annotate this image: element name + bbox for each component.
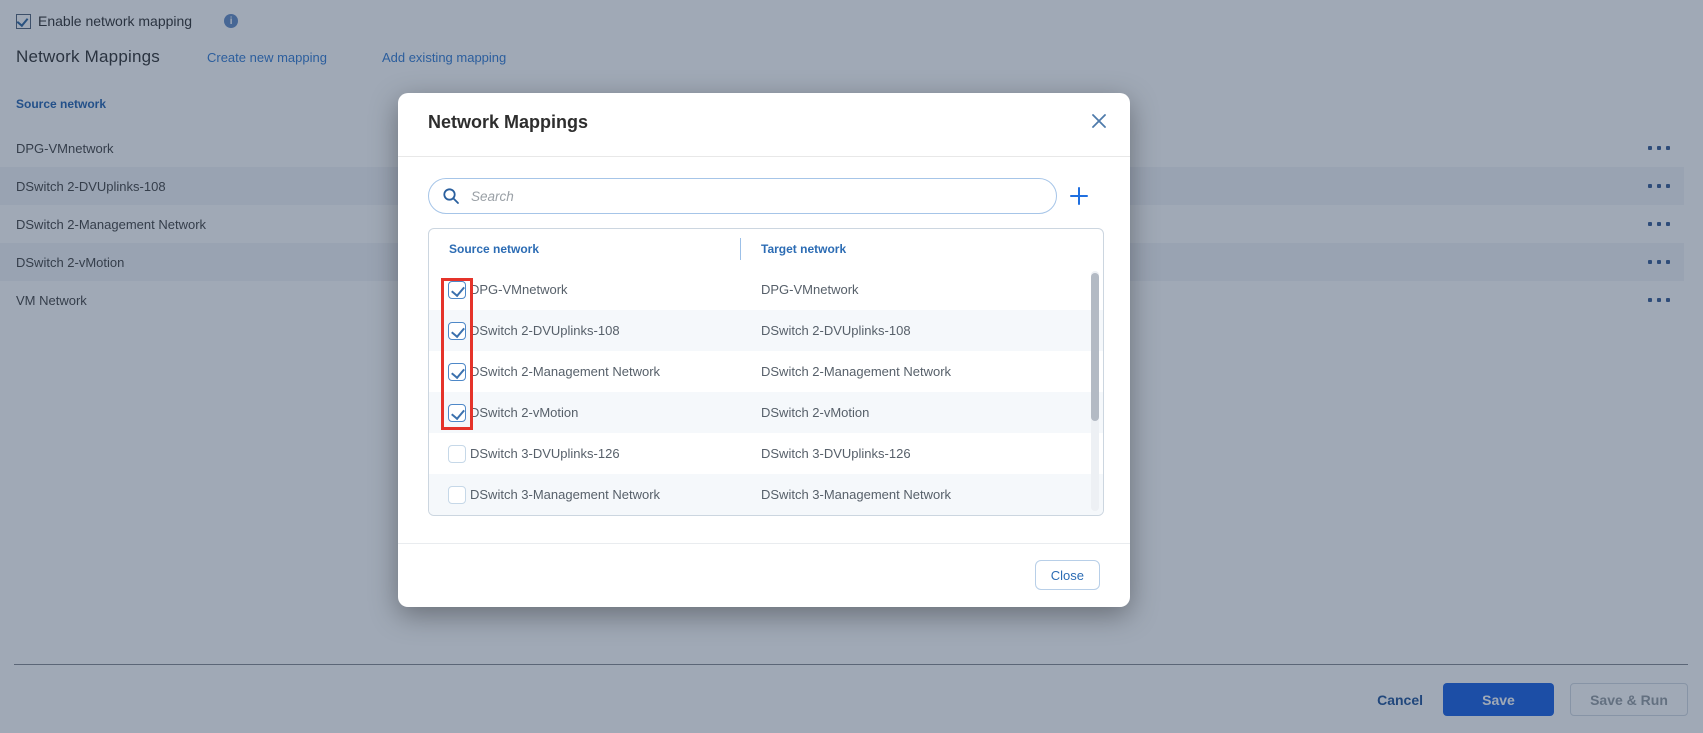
table-row[interactable]: DSwitch 3-DVUplinks-126 DSwitch 3-DVUpli… <box>429 433 1103 474</box>
row-checkbox[interactable] <box>448 322 466 340</box>
table-row[interactable]: DSwitch 3-Management Network DSwitch 3-M… <box>429 474 1103 515</box>
source-network-name: DSwitch 3-Management Network <box>470 487 660 502</box>
dialog-title: Network Mappings <box>428 112 588 133</box>
target-network-name: DSwitch 2-Management Network <box>741 364 951 379</box>
source-network-name: DSwitch 3-DVUplinks-126 <box>470 446 620 461</box>
target-network-name: DSwitch 3-Management Network <box>741 487 951 502</box>
close-button[interactable]: Close <box>1035 560 1100 590</box>
dialog-footer-divider <box>398 543 1130 544</box>
search-input[interactable] <box>428 178 1057 214</box>
table-header-row: Source network Target network <box>429 229 1103 269</box>
source-network-name: DSwitch 2-vMotion <box>470 405 578 420</box>
column-header-source: Source network <box>429 242 740 256</box>
table-body: DPG-VMnetwork DPG-VMnetwork DSwitch 2-DV… <box>429 269 1103 515</box>
target-network-name: DSwitch 2-vMotion <box>741 405 869 420</box>
row-checkbox[interactable] <box>448 281 466 299</box>
target-network-name: DSwitch 2-DVUplinks-108 <box>741 323 911 338</box>
target-network-name: DSwitch 3-DVUplinks-126 <box>741 446 911 461</box>
network-mappings-dialog: Network Mappings Source network Target n… <box>398 93 1130 607</box>
source-network-name: DSwitch 2-Management Network <box>470 364 660 379</box>
close-icon[interactable] <box>1090 112 1108 130</box>
row-checkbox[interactable] <box>448 445 466 463</box>
source-cell: DSwitch 2-vMotion <box>429 404 741 422</box>
mappings-table: Source network Target network DPG-VMnetw… <box>428 228 1104 516</box>
table-row[interactable]: DSwitch 2-DVUplinks-108 DSwitch 2-DVUpli… <box>429 310 1103 351</box>
column-header-target: Target network <box>740 238 846 260</box>
table-row[interactable]: DSwitch 2-Management Network DSwitch 2-M… <box>429 351 1103 392</box>
source-cell: DSwitch 2-DVUplinks-108 <box>429 322 741 340</box>
source-cell: DSwitch 3-DVUplinks-126 <box>429 445 741 463</box>
row-checkbox[interactable] <box>448 404 466 422</box>
row-checkbox[interactable] <box>448 486 466 504</box>
add-mapping-plus-icon[interactable] <box>1068 185 1090 207</box>
source-network-name: DSwitch 2-DVUplinks-108 <box>470 323 620 338</box>
scrollbar-thumb[interactable] <box>1091 273 1099 421</box>
dialog-header-divider <box>398 156 1130 157</box>
row-checkbox[interactable] <box>448 363 466 381</box>
table-row[interactable]: DSwitch 2-vMotion DSwitch 2-vMotion <box>429 392 1103 433</box>
table-row[interactable]: DPG-VMnetwork DPG-VMnetwork <box>429 269 1103 310</box>
target-network-name: DPG-VMnetwork <box>741 282 859 297</box>
source-cell: DSwitch 3-Management Network <box>429 486 741 504</box>
search-box <box>428 178 1057 214</box>
source-network-name: DPG-VMnetwork <box>470 282 568 297</box>
source-cell: DPG-VMnetwork <box>429 281 741 299</box>
source-cell: DSwitch 2-Management Network <box>429 363 741 381</box>
table-scrollbar <box>1091 271 1099 511</box>
